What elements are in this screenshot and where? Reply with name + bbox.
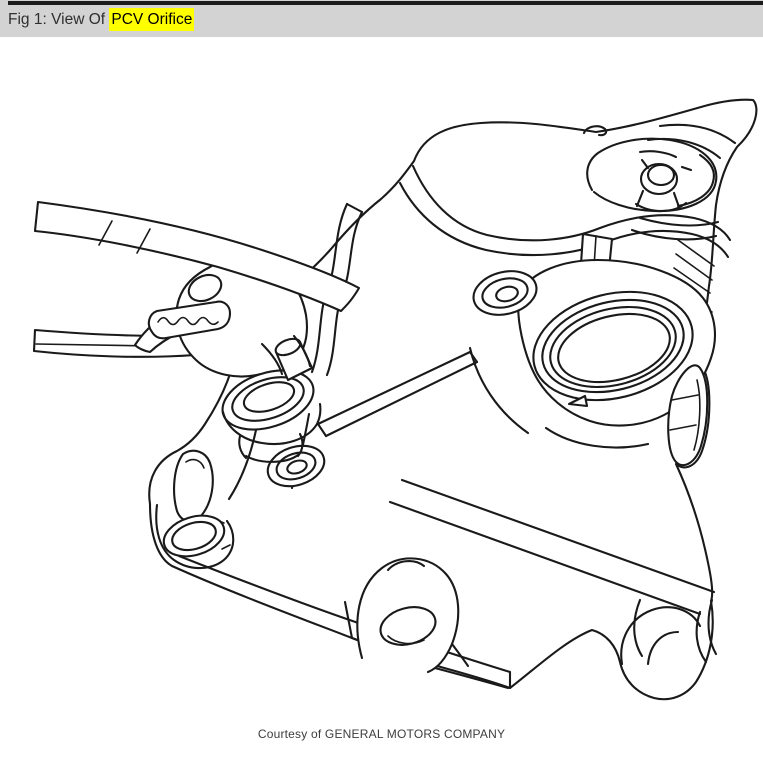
courtesy-caption: Courtesy of GENERAL MOTORS COMPANY <box>257 727 506 741</box>
engine-cover-drawing <box>32 98 758 701</box>
top-divider-strip <box>8 1 763 5</box>
figure-title-bar: Fig 1: View Of PCV Orifice <box>0 0 763 37</box>
figure-title: Fig 1: View Of PCV Orifice <box>8 8 195 31</box>
highlighted-term: PCV Orifice <box>109 8 195 31</box>
figure-illustration <box>0 0 763 755</box>
figure-title-prefix: Fig 1: View Of <box>8 11 110 28</box>
